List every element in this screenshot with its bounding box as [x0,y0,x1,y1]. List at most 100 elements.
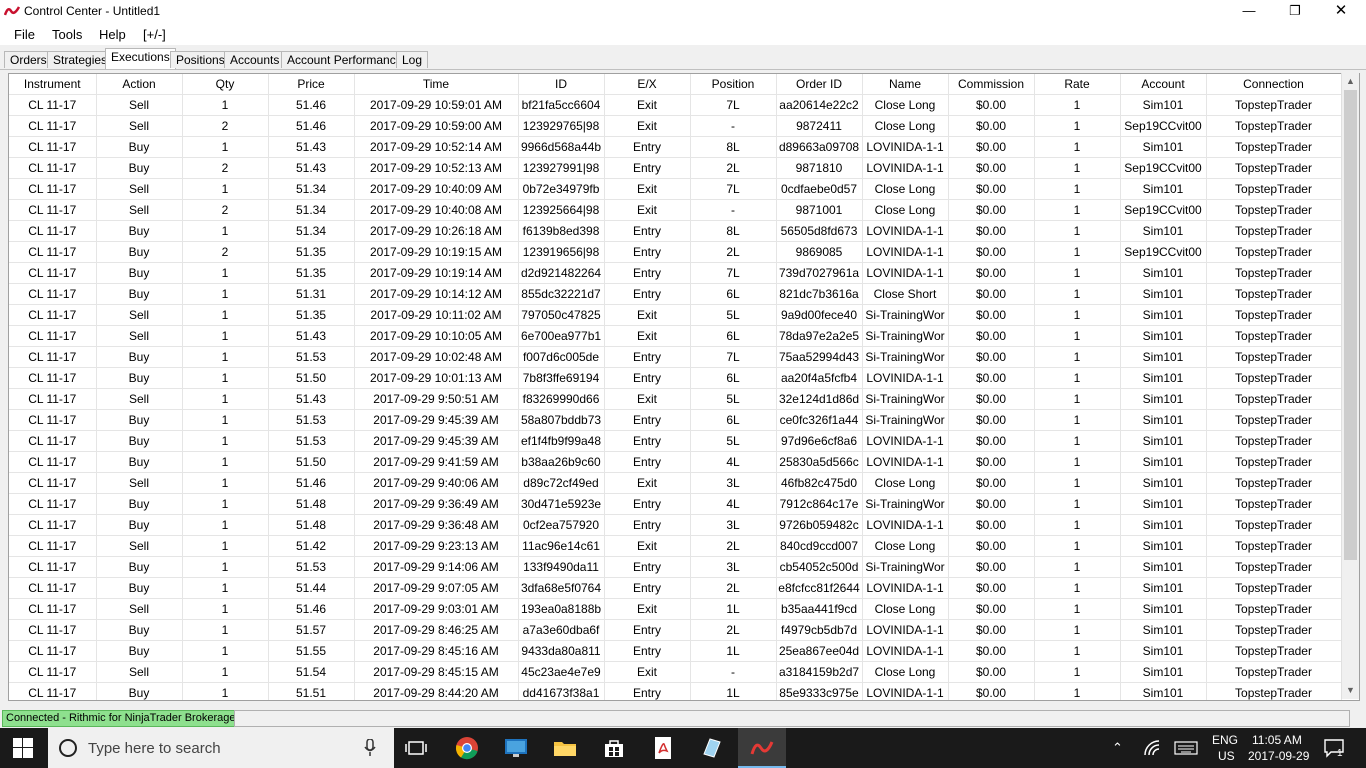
wifi-icon[interactable] [1143,739,1161,757]
column-header-action[interactable]: Action [96,74,183,95]
cell-qty: 1 [182,556,269,578]
cell-qty: 2 [182,241,269,263]
cell-account: Sim101 [1120,430,1207,452]
table-row[interactable]: CL 11-17 Buy 1 51.55 2017-09-29 8:45:16 AM 94… [9,640,1342,662]
column-header-name[interactable]: Name [862,74,949,95]
table-row[interactable]: CL 11-17 Buy 1 51.43 2017-09-29 10:52:14 AM 9… [9,136,1342,158]
table-row[interactable]: CL 11-17 Buy 1 51.53 2017-09-29 9:14:06 AM 13… [9,556,1342,578]
file-explorer-icon[interactable] [553,736,577,760]
cell-time: 2017-09-29 10:59:01 AM [354,94,519,116]
remote-desktop-icon[interactable] [504,736,528,760]
cell-connection: TopstepTrader [1206,178,1342,200]
tab-account-performance[interactable]: Account Performance [281,51,409,68]
minimize-button[interactable]: — [1226,0,1272,23]
table-row[interactable]: CL 11-17 Buy 1 51.50 2017-09-29 9:41:59 AM b3… [9,451,1342,473]
table-row[interactable]: CL 11-17 Sell 1 51.46 2017-09-29 9:40:06 AM d… [9,472,1342,494]
table-row[interactable]: CL 11-17 Buy 1 51.53 2017-09-29 9:45:39 AM ef… [9,430,1342,452]
table-row[interactable]: CL 11-17 Buy 1 51.50 2017-09-29 10:01:13 AM 7… [9,367,1342,389]
cell-name: Si-TrainingWor [862,493,949,515]
cell-order-id: a3184159b2d7 [776,661,863,683]
column-header-e-x[interactable]: E/X [604,74,691,95]
table-row[interactable]: CL 11-17 Buy 1 51.48 2017-09-29 9:36:49 AM 30… [9,493,1342,515]
column-header-instrument[interactable]: Instrument [9,74,97,95]
store-icon[interactable] [602,736,626,760]
cell-time: 2017-09-29 10:26:18 AM [354,220,519,242]
scroll-down-arrow-icon[interactable]: ▼ [1342,682,1359,699]
cell-action: Sell [96,388,183,410]
table-row[interactable]: CL 11-17 Sell 2 51.46 2017-09-29 10:59:00 AM… [9,115,1342,137]
tab-positions[interactable]: Positions [170,51,231,68]
task-view-icon[interactable] [404,736,428,760]
table-row[interactable]: CL 11-17 Buy 1 51.51 2017-09-29 8:44:20 AM dd… [9,682,1342,700]
table-row[interactable]: CL 11-17 Sell 1 51.43 2017-09-29 10:10:05 AM… [9,325,1342,347]
column-header-rate[interactable]: Rate [1034,74,1121,95]
table-row[interactable]: CL 11-17 Buy 1 51.34 2017-09-29 10:26:18 AM f… [9,220,1342,242]
table-row[interactable]: CL 11-17 Buy 1 51.48 2017-09-29 9:36:48 AM 0c… [9,514,1342,536]
table-row[interactable]: CL 11-17 Buy 1 51.57 2017-09-29 8:46:25 AM a7… [9,619,1342,641]
show-hidden-icons-chevron-icon[interactable]: ⌃ [1112,740,1123,756]
table-row[interactable]: CL 11-17 Sell 1 51.34 2017-09-29 10:40:09 AM… [9,178,1342,200]
column-header-position[interactable]: Position [690,74,777,95]
table-row[interactable]: CL 11-17 Sell 1 51.46 2017-09-29 10:59:01 AM… [9,94,1342,116]
table-row[interactable]: CL 11-17 Sell 1 51.46 2017-09-29 9:03:01 AM 1… [9,598,1342,620]
table-row[interactable]: CL 11-17 Sell 1 51.35 2017-09-29 10:11:02 AM… [9,304,1342,326]
table-row[interactable]: CL 11-17 Buy 1 51.35 2017-09-29 10:19:14 AM d… [9,262,1342,284]
taskbar-search-box[interactable]: Type here to search [48,728,394,768]
cell-price: 51.51 [268,682,355,700]
table-row[interactable]: CL 11-17 Sell 1 51.54 2017-09-29 8:45:15 AM 4… [9,661,1342,683]
cell-connection: TopstepTrader [1206,556,1342,578]
cell-action: Buy [96,430,183,452]
close-button[interactable]: ✕ [1318,0,1364,23]
scrollbar-thumb[interactable] [1344,90,1357,560]
microphone-icon[interactable] [364,739,376,757]
table-row[interactable]: CL 11-17 Buy 2 51.43 2017-09-29 10:52:13 AM 1… [9,157,1342,179]
cell-name: Si-TrainingWor [862,304,949,326]
language-indicator[interactable]: ENG [1212,733,1238,747]
tab-orders[interactable]: Orders [4,51,53,68]
cell-rate: 1 [1034,94,1121,116]
table-row[interactable]: CL 11-17 Buy 1 51.53 2017-09-29 9:45:39 AM 58… [9,409,1342,431]
cell-e-x: Entry [604,640,691,662]
table-row[interactable]: CL 11-17 Buy 2 51.35 2017-09-29 10:19:15 AM 1… [9,241,1342,263]
keyboard-icon[interactable] [1174,741,1198,755]
column-header-time[interactable]: Time [354,74,519,95]
cell-account: Sim101 [1120,514,1207,536]
column-header-id[interactable]: ID [518,74,605,95]
tab-executions[interactable]: Executions [105,48,176,69]
clock-time[interactable]: 11:05 AM [1252,733,1302,747]
cell-e-x: Entry [604,241,691,263]
menu-tools[interactable]: Tools [52,27,82,42]
column-header-price[interactable]: Price [268,74,355,95]
cell-commission: $0.00 [948,262,1035,284]
tab-strategies[interactable]: Strategies [47,51,114,68]
tab-log[interactable]: Log [396,51,429,68]
table-row[interactable]: CL 11-17 Sell 1 51.42 2017-09-29 9:23:13 AM 1… [9,535,1342,557]
column-header-connection[interactable]: Connection [1206,74,1342,95]
chrome-icon[interactable] [455,736,479,760]
cell-id: 3dfa68e5f0764 [518,577,605,599]
restore-button[interactable]: ❐ [1272,0,1318,23]
menu-expand-toggle[interactable]: [+/-] [143,27,166,42]
notes-app-icon[interactable] [700,736,724,760]
column-header-commission[interactable]: Commission [948,74,1035,95]
cell-time: 2017-09-29 8:46:25 AM [354,619,519,641]
column-header-qty[interactable]: Qty [182,74,269,95]
cell-action: Sell [96,535,183,557]
table-row[interactable]: CL 11-17 Buy 1 51.53 2017-09-29 10:02:48 AM f… [9,346,1342,368]
cell-account: Sim101 [1120,577,1207,599]
menu-file[interactable]: File [14,27,35,42]
scroll-up-arrow-icon[interactable]: ▲ [1342,73,1359,90]
column-header-account[interactable]: Account [1120,74,1207,95]
table-row[interactable]: CL 11-17 Buy 1 51.44 2017-09-29 9:07:05 AM 3d… [9,577,1342,599]
tab-accounts[interactable]: Accounts [224,51,286,68]
cell-action: Buy [96,241,183,263]
ninjatrader-taskbar-button[interactable] [738,728,786,768]
table-row[interactable]: CL 11-17 Sell 1 51.43 2017-09-29 9:50:51 AM f… [9,388,1342,410]
table-row[interactable]: CL 11-17 Sell 2 51.34 2017-09-29 10:40:08 AM… [9,199,1342,221]
pdf-reader-icon[interactable] [651,736,675,760]
vertical-scrollbar[interactable]: ▲ ▼ [1341,73,1359,699]
menu-help[interactable]: Help [99,27,126,42]
windows-start-icon[interactable] [13,738,33,758]
column-header-order-id[interactable]: Order ID [776,74,863,95]
table-row[interactable]: CL 11-17 Buy 1 51.31 2017-09-29 10:14:12 AM 8… [9,283,1342,305]
